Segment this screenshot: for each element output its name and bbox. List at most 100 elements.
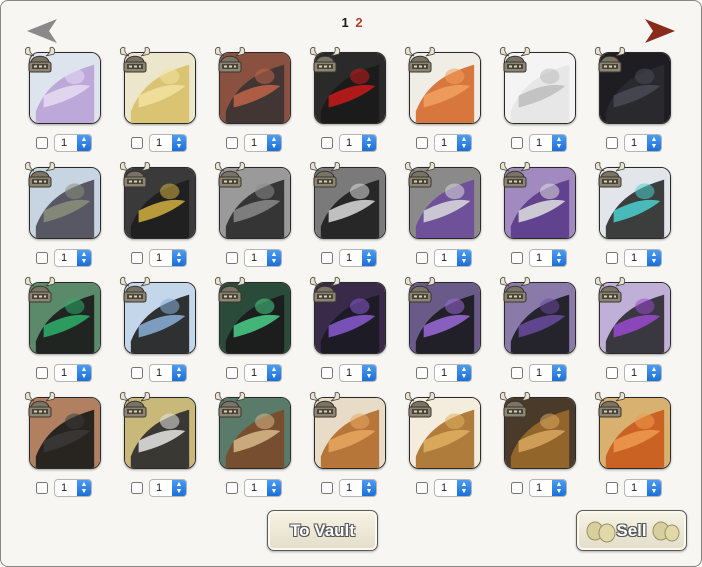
- item-thumbnail-shadow-armor[interactable]: [409, 282, 481, 354]
- item-select-checkbox[interactable]: [131, 482, 143, 494]
- item-select-checkbox[interactable]: [321, 367, 333, 379]
- item-thumbnail-orange-tail[interactable]: [599, 397, 671, 469]
- item-select-checkbox[interactable]: [606, 137, 618, 149]
- quantity-select[interactable]: 1 ▲ ▼: [624, 134, 662, 152]
- item-thumbnail-black-hood[interactable]: [599, 52, 671, 124]
- quantity-select[interactable]: 1 ▲ ▼: [624, 479, 662, 497]
- item-select-checkbox[interactable]: [131, 137, 143, 149]
- quantity-stepper-icon[interactable]: ▲ ▼: [647, 135, 661, 151]
- item-select-checkbox[interactable]: [321, 137, 333, 149]
- quantity-stepper-icon[interactable]: ▲ ▼: [267, 135, 281, 151]
- quantity-stepper-icon[interactable]: ▲ ▼: [552, 365, 566, 381]
- item-thumbnail-shadow-purple[interactable]: [314, 282, 386, 354]
- quantity-stepper-icon[interactable]: ▲ ▼: [457, 480, 471, 496]
- item-thumbnail-spectacles[interactable]: [124, 397, 196, 469]
- quantity-stepper-icon[interactable]: ▲ ▼: [172, 250, 186, 266]
- quantity-stepper-icon[interactable]: ▲ ▼: [552, 135, 566, 151]
- quantity-stepper-icon[interactable]: ▲ ▼: [552, 480, 566, 496]
- item-select-checkbox[interactable]: [226, 137, 238, 149]
- item-thumbnail-crow-mask[interactable]: [219, 167, 291, 239]
- quantity-select[interactable]: 1 ▲ ▼: [244, 364, 282, 382]
- item-thumbnail-violet-skulls[interactable]: [504, 167, 576, 239]
- quantity-select[interactable]: 1 ▲ ▼: [54, 364, 92, 382]
- item-thumbnail-feather-necklace[interactable]: [124, 282, 196, 354]
- quantity-select[interactable]: 1 ▲ ▼: [54, 249, 92, 267]
- item-thumbnail-teal-scarf[interactable]: [599, 167, 671, 239]
- quantity-select[interactable]: 1 ▲ ▼: [149, 364, 187, 382]
- quantity-stepper-icon[interactable]: ▲ ▼: [362, 365, 376, 381]
- item-thumbnail-bronze-armor[interactable]: [314, 397, 386, 469]
- item-thumbnail-gold-collar[interactable]: [124, 167, 196, 239]
- quantity-select[interactable]: 1 ▲ ▼: [149, 249, 187, 267]
- item-select-checkbox[interactable]: [416, 252, 428, 264]
- quantity-stepper-icon[interactable]: ▲ ▼: [172, 480, 186, 496]
- item-select-checkbox[interactable]: [511, 367, 523, 379]
- quantity-select[interactable]: 1 ▲ ▼: [529, 479, 567, 497]
- item-select-checkbox[interactable]: [606, 252, 618, 264]
- quantity-stepper-icon[interactable]: ▲ ▼: [77, 135, 91, 151]
- quantity-select[interactable]: 1 ▲ ▼: [244, 134, 282, 152]
- item-thumbnail-red-markings[interactable]: [314, 52, 386, 124]
- item-select-checkbox[interactable]: [511, 482, 523, 494]
- item-select-checkbox[interactable]: [226, 367, 238, 379]
- item-select-checkbox[interactable]: [416, 367, 428, 379]
- item-thumbnail-wolf-mask[interactable]: [219, 397, 291, 469]
- item-select-checkbox[interactable]: [511, 137, 523, 149]
- quantity-select[interactable]: 1 ▲ ▼: [339, 479, 377, 497]
- quantity-select[interactable]: 1 ▲ ▼: [529, 249, 567, 267]
- item-thumbnail-dark-spikes[interactable]: [504, 282, 576, 354]
- quantity-stepper-icon[interactable]: ▲ ▼: [172, 135, 186, 151]
- quantity-stepper-icon[interactable]: ▲ ▼: [457, 250, 471, 266]
- item-thumbnail-bronze-gauntlet[interactable]: [409, 397, 481, 469]
- quantity-stepper-icon[interactable]: ▲ ▼: [647, 480, 661, 496]
- quantity-select[interactable]: 1 ▲ ▼: [624, 364, 662, 382]
- item-select-checkbox[interactable]: [226, 482, 238, 494]
- item-select-checkbox[interactable]: [321, 482, 333, 494]
- next-page-arrow-icon[interactable]: [643, 17, 677, 45]
- quantity-stepper-icon[interactable]: ▲ ▼: [457, 365, 471, 381]
- quantity-stepper-icon[interactable]: ▲ ▼: [77, 250, 91, 266]
- item-select-checkbox[interactable]: [36, 482, 48, 494]
- quantity-select[interactable]: 1 ▲ ▼: [339, 134, 377, 152]
- quantity-select[interactable]: 1 ▲ ▼: [529, 364, 567, 382]
- item-select-checkbox[interactable]: [131, 252, 143, 264]
- item-thumbnail-gold-band[interactable]: [124, 52, 196, 124]
- quantity-select[interactable]: 1 ▲ ▼: [624, 249, 662, 267]
- item-select-checkbox[interactable]: [606, 482, 618, 494]
- quantity-stepper-icon[interactable]: ▲ ▼: [267, 480, 281, 496]
- item-select-checkbox[interactable]: [321, 252, 333, 264]
- item-thumbnail-green-drape[interactable]: [29, 282, 101, 354]
- item-thumbnail-white-hood[interactable]: [504, 52, 576, 124]
- quantity-select[interactable]: 1 ▲ ▼: [244, 479, 282, 497]
- quantity-select[interactable]: 1 ▲ ▼: [339, 249, 377, 267]
- item-select-checkbox[interactable]: [226, 252, 238, 264]
- quantity-select[interactable]: 1 ▲ ▼: [339, 364, 377, 382]
- quantity-select[interactable]: 1 ▲ ▼: [529, 134, 567, 152]
- sell-button[interactable]: Sell: [576, 510, 687, 551]
- quantity-stepper-icon[interactable]: ▲ ▼: [362, 250, 376, 266]
- quantity-select[interactable]: 1 ▲ ▼: [434, 479, 472, 497]
- quantity-select[interactable]: 1 ▲ ▼: [149, 479, 187, 497]
- quantity-select[interactable]: 1 ▲ ▼: [434, 249, 472, 267]
- page-2-link[interactable]: 2: [355, 15, 362, 30]
- quantity-stepper-icon[interactable]: ▲ ▼: [552, 250, 566, 266]
- item-thumbnail-horned-helm[interactable]: [29, 167, 101, 239]
- quantity-select[interactable]: 1 ▲ ▼: [54, 134, 92, 152]
- item-select-checkbox[interactable]: [131, 367, 143, 379]
- item-select-checkbox[interactable]: [36, 252, 48, 264]
- item-select-checkbox[interactable]: [606, 367, 618, 379]
- quantity-stepper-icon[interactable]: ▲ ▼: [267, 250, 281, 266]
- item-thumbnail-skull-feathers[interactable]: [314, 167, 386, 239]
- item-thumbnail-black-cloak[interactable]: [29, 397, 101, 469]
- item-thumbnail-green-sash[interactable]: [219, 282, 291, 354]
- item-select-checkbox[interactable]: [416, 137, 428, 149]
- item-thumbnail-purple-skull[interactable]: [409, 167, 481, 239]
- quantity-select[interactable]: 1 ▲ ▼: [54, 479, 92, 497]
- item-select-checkbox[interactable]: [416, 482, 428, 494]
- quantity-select[interactable]: 1 ▲ ▼: [434, 364, 472, 382]
- item-thumbnail-bronze-plate[interactable]: [504, 397, 576, 469]
- quantity-stepper-icon[interactable]: ▲ ▼: [362, 480, 376, 496]
- item-thumbnail-red-claws[interactable]: [219, 52, 291, 124]
- item-select-checkbox[interactable]: [511, 252, 523, 264]
- to-vault-button[interactable]: To Vault: [267, 510, 378, 551]
